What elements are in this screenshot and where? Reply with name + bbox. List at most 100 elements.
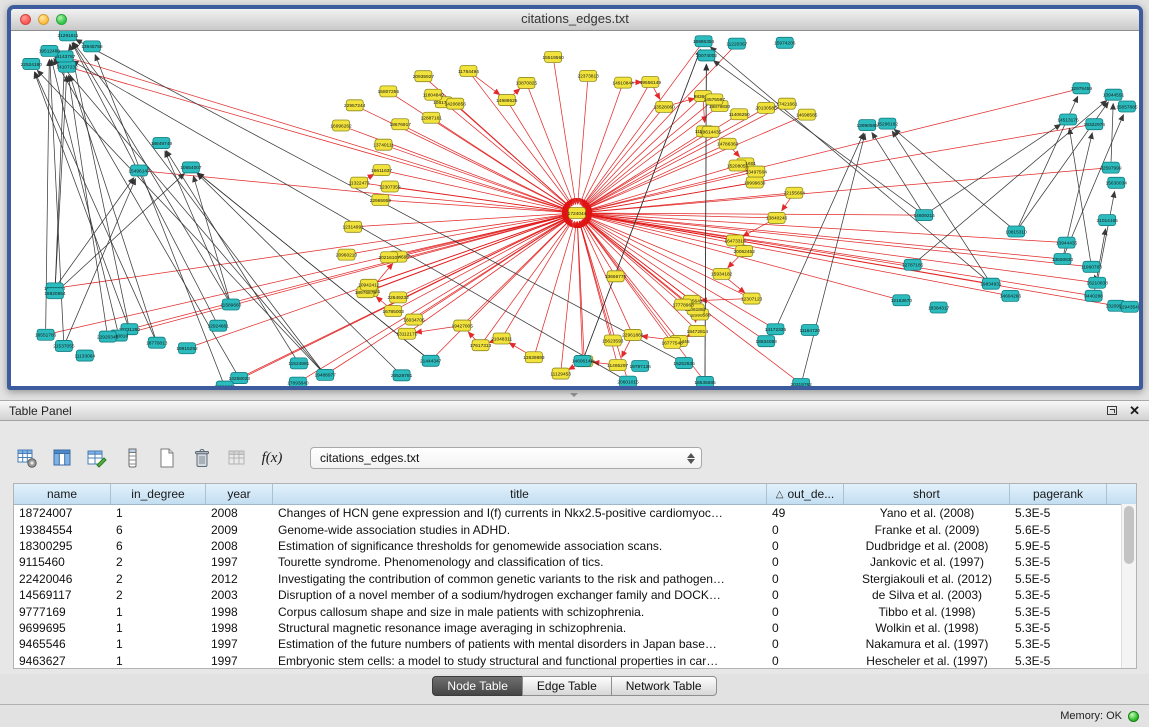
table-row[interactable]: 969969511998Structural magnetic resonanc… <box>14 620 1136 636</box>
network-canvas[interactable]: 1132247316611637137401111867691712887161… <box>11 31 1139 386</box>
graph-node[interactable]: 15208059 <box>727 160 749 171</box>
table-row[interactable]: 911546021997Tourette syndrome. Phenomeno… <box>14 554 1136 570</box>
graph-node[interactable]: 12314991 <box>342 221 364 232</box>
graph-node[interactable]: 10815310 <box>1005 226 1027 237</box>
close-button[interactable] <box>20 14 31 25</box>
graph-node[interactable]: 14910844 <box>612 77 634 88</box>
graph-node[interactable]: 19427005 <box>452 320 474 331</box>
column-header-year[interactable]: year <box>206 484 273 504</box>
scrollbar-thumb[interactable] <box>1124 506 1134 564</box>
graph-node[interactable]: 22649232 <box>387 292 409 303</box>
table-row[interactable]: 1872400712008Changes of HCN gene express… <box>14 505 1136 521</box>
graph-node[interactable]: 14989525 <box>496 95 518 106</box>
graph-node[interactable]: 20935927 <box>413 71 435 82</box>
graph-node[interactable]: 14575597 <box>704 94 726 105</box>
table-row[interactable]: 977716911998Corpus callosum shape and si… <box>14 603 1136 619</box>
graph-node[interactable]: 15934182 <box>711 268 733 279</box>
graph-node[interactable]: 18535685 <box>694 376 716 386</box>
graph-node[interactable]: 16034706 <box>403 314 425 325</box>
graph-node[interactable]: 22961866 <box>622 329 644 340</box>
graph-node[interactable]: 12924661 <box>208 320 230 331</box>
graph-node[interactable]: 16473318 <box>724 235 746 246</box>
graph-node[interactable]: 20062452 <box>734 246 756 257</box>
graph-node[interactable]: 11133064 <box>75 350 96 361</box>
zoom-button[interactable] <box>56 14 67 25</box>
graph-node[interactable]: 11960763 <box>1081 261 1102 272</box>
graph-node[interactable]: 21537055 <box>53 340 75 351</box>
splitter-handle[interactable] <box>568 392 580 398</box>
graph-node[interactable]: 11804849 <box>423 89 444 100</box>
graph-node[interactable]: 11465297 <box>607 360 628 371</box>
graph-node[interactable]: 15496147 <box>128 165 150 176</box>
tab-edge-table[interactable]: Edge Table <box>522 676 612 696</box>
graph-node[interactable]: 13639893 <box>523 352 545 363</box>
graph-node[interactable]: 9440288 <box>1084 290 1103 301</box>
graph-node[interactable]: 13840246 <box>766 212 788 223</box>
graph-node[interactable]: 12943540 <box>1119 301 1139 312</box>
float-panel-icon[interactable] <box>1107 406 1117 415</box>
graph-node[interactable]: 18849749 <box>151 138 173 149</box>
graph-node[interactable]: 11589660 <box>220 299 241 310</box>
graph-node[interactable]: 13945758 <box>81 41 103 52</box>
table-row[interactable]: 2242004622012Investigating the contribut… <box>14 571 1136 587</box>
graph-node[interactable]: 19797136 <box>629 360 651 371</box>
column-header-title[interactable]: title <box>273 484 767 504</box>
graph-node[interactable]: 11784494 <box>458 66 479 77</box>
graph-node[interactable]: 15807255 <box>378 86 400 97</box>
graph-node[interactable]: 12307123 <box>741 293 763 304</box>
graph-node[interactable]: 22957244 <box>344 100 366 111</box>
graph-node[interactable]: 14786363 <box>717 138 739 149</box>
graph-node[interactable]: 15623593 <box>602 335 624 346</box>
graph-node[interactable]: 19512486 <box>39 45 61 56</box>
graph-node[interactable]: 20601015 <box>617 376 639 386</box>
minimize-button[interactable] <box>38 14 49 25</box>
graph-node[interactable]: 11220367 <box>726 38 747 49</box>
graph-node[interactable]: 13990585 <box>856 120 878 131</box>
graph-node[interactable]: 18472814 <box>687 325 709 336</box>
graph-node[interactable]: 19834931 <box>980 278 1002 289</box>
graph-node[interactable]: 20319762 <box>791 378 813 386</box>
graph-node[interactable]: 11406250 <box>729 109 750 120</box>
graph-node[interactable]: 19556149 <box>640 76 662 87</box>
graph-node[interactable]: 1724044 <box>568 208 587 219</box>
graph-node[interactable]: 14513176 <box>1057 114 1079 125</box>
graph-node[interactable]: 20130585 <box>755 102 777 113</box>
graph-node[interactable]: 18676917 <box>390 119 412 130</box>
graph-node[interactable]: 18384317 <box>928 302 950 313</box>
graph-node[interactable]: 12787185 <box>902 259 924 270</box>
graph-node[interactable]: 16210838 <box>1087 277 1109 288</box>
graph-node[interactable]: 16785003 <box>383 306 405 317</box>
close-panel-icon[interactable]: ✕ <box>1129 404 1140 417</box>
graph-node[interactable]: 12887161 <box>421 112 443 123</box>
graph-node[interactable]: 19488977 <box>315 369 337 380</box>
graph-node[interactable]: 22373813 <box>577 70 599 81</box>
column-header-pagerank[interactable]: pagerank <box>1010 484 1107 504</box>
graph-node[interactable]: 13870825 <box>516 77 538 88</box>
graph-node[interactable]: 12163670 <box>891 295 913 306</box>
table-row[interactable]: 1830029562008Estimation of significance … <box>14 538 1136 554</box>
graph-node[interactable]: 21444347 <box>420 355 442 366</box>
tab-node-table[interactable]: Node Table <box>432 676 523 696</box>
graph-node[interactable]: 11164720 <box>799 324 820 335</box>
table-scrollbar[interactable] <box>1121 504 1136 668</box>
graph-node[interactable]: 15657885 <box>1116 101 1138 112</box>
table-row[interactable]: 946362711997Embryonic stem cells: a mode… <box>14 653 1136 669</box>
edit-table-icon[interactable] <box>84 445 110 471</box>
graph-node[interactable]: 14606149 <box>572 355 594 366</box>
show-columns-icon[interactable] <box>49 445 75 471</box>
graph-node[interactable]: 14172335 <box>765 324 787 335</box>
graph-node[interactable]: 17617313 <box>470 340 492 351</box>
graph-node[interactable]: 16986356 <box>693 36 715 47</box>
graph-node[interactable]: 14604266 <box>1000 290 1022 301</box>
graph-node[interactable]: 14609214 <box>913 210 935 221</box>
graph-node[interactable]: 13944435 <box>1056 237 1078 248</box>
graph-node[interactable]: 13112170 <box>396 328 417 339</box>
graph-node[interactable]: 13740111 <box>373 139 394 150</box>
graph-node[interactable]: 15296182 <box>877 118 899 129</box>
column-icon[interactable] <box>119 445 145 471</box>
tab-network-table[interactable]: Network Table <box>611 676 717 696</box>
graph-node[interactable]: 15519560 <box>542 52 564 63</box>
graph-node[interactable]: 20529781 <box>391 370 413 381</box>
graph-node[interactable]: 15252635 <box>673 358 695 369</box>
graph-node[interactable]: 18770813 <box>146 337 168 348</box>
